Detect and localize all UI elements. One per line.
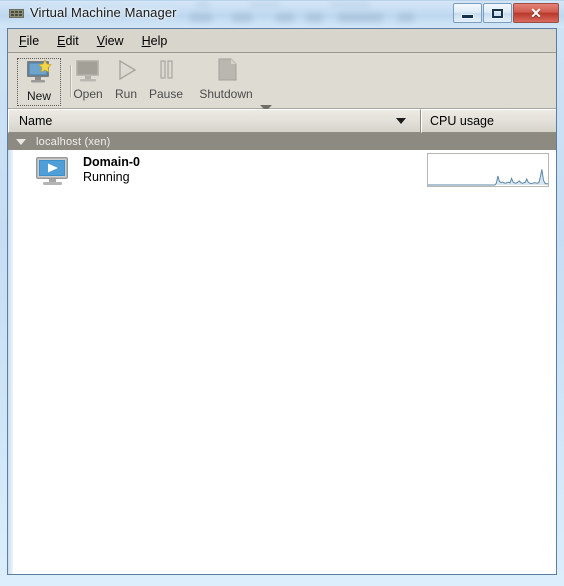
- toolbar: New Open Run Pause Shutdown: [8, 53, 556, 109]
- column-header-cpu-usage[interactable]: CPU usage: [421, 109, 556, 133]
- glass-blur-artifact: [250, 2, 280, 7]
- host-group-label: localhost (xen): [36, 135, 111, 148]
- vmm-app-icon: [9, 9, 24, 18]
- pause-label: Pause: [148, 87, 184, 101]
- menu-item-help[interactable]: Help: [142, 32, 177, 50]
- glass-blur-artifact: [232, 13, 252, 22]
- menu-bar: File Edit View Help: [8, 29, 556, 53]
- close-button[interactable]: ✕: [513, 3, 559, 23]
- host-group-row[interactable]: localhost (xen): [8, 133, 556, 150]
- shutdown-icon: [218, 58, 237, 81]
- glass-blur-artifact: [306, 13, 323, 22]
- menu-item-view[interactable]: View: [97, 32, 133, 50]
- open-button[interactable]: Open: [64, 57, 112, 107]
- glass-blur-artifact: [330, 2, 370, 7]
- shutdown-label: Shutdown: [199, 87, 253, 101]
- running-vm-icon: [36, 157, 68, 185]
- minimize-icon: [462, 14, 473, 18]
- maximize-icon: [492, 8, 503, 18]
- menu-item-edit[interactable]: Edit: [57, 32, 88, 50]
- play-icon: [119, 59, 137, 81]
- vmm-window: Virtual Machine Manager ✕ File Edit View…: [0, 0, 564, 586]
- run-button[interactable]: Run: [108, 57, 144, 107]
- vm-name-label: Domain-0: [83, 155, 140, 169]
- column-header-name[interactable]: Name: [8, 109, 421, 133]
- vm-list: localhost (xen) Domain-0 Running: [8, 133, 556, 574]
- title-bar[interactable]: Virtual Machine Manager ✕: [0, 1, 564, 28]
- pause-button[interactable]: Pause: [142, 57, 190, 107]
- monitor-icon: [76, 60, 99, 82]
- glass-blur-artifact: [190, 13, 212, 22]
- column-header-name-label: Name: [19, 114, 53, 128]
- run-label: Run: [114, 87, 137, 101]
- glass-blur-artifact: [338, 13, 383, 22]
- new-vm-icon: [27, 59, 52, 83]
- column-header-row: Name CPU usage: [8, 109, 556, 133]
- menu-item-file[interactable]: File: [19, 32, 48, 50]
- window-title: Virtual Machine Manager: [30, 5, 177, 20]
- table-row[interactable]: Domain-0 Running: [8, 150, 556, 200]
- triangle-down-icon[interactable]: [16, 138, 26, 145]
- minimize-button[interactable]: [453, 3, 482, 23]
- cpu-usage-sparkline: [427, 153, 549, 187]
- shutdown-button[interactable]: Shutdown: [190, 57, 262, 107]
- new-vm-button[interactable]: New: [17, 58, 61, 106]
- maximize-button[interactable]: [483, 3, 512, 23]
- column-header-cpu-label: CPU usage: [430, 114, 494, 128]
- glass-blur-artifact: [196, 2, 210, 7]
- close-icon: ✕: [530, 5, 542, 21]
- cpu-sparkline-chart: [428, 154, 548, 186]
- pause-icon: [160, 60, 173, 79]
- sort-descending-arrow-icon: [396, 118, 406, 124]
- glass-blur-artifact: [276, 13, 294, 22]
- vm-state-label: Running: [83, 170, 130, 184]
- open-label: Open: [73, 87, 103, 101]
- caption-button-group: ✕: [452, 3, 559, 24]
- glass-blur-artifact: [398, 13, 414, 22]
- client-area: File Edit View Help New Open Run Pause S…: [7, 28, 557, 575]
- new-vm-label: New: [26, 89, 51, 103]
